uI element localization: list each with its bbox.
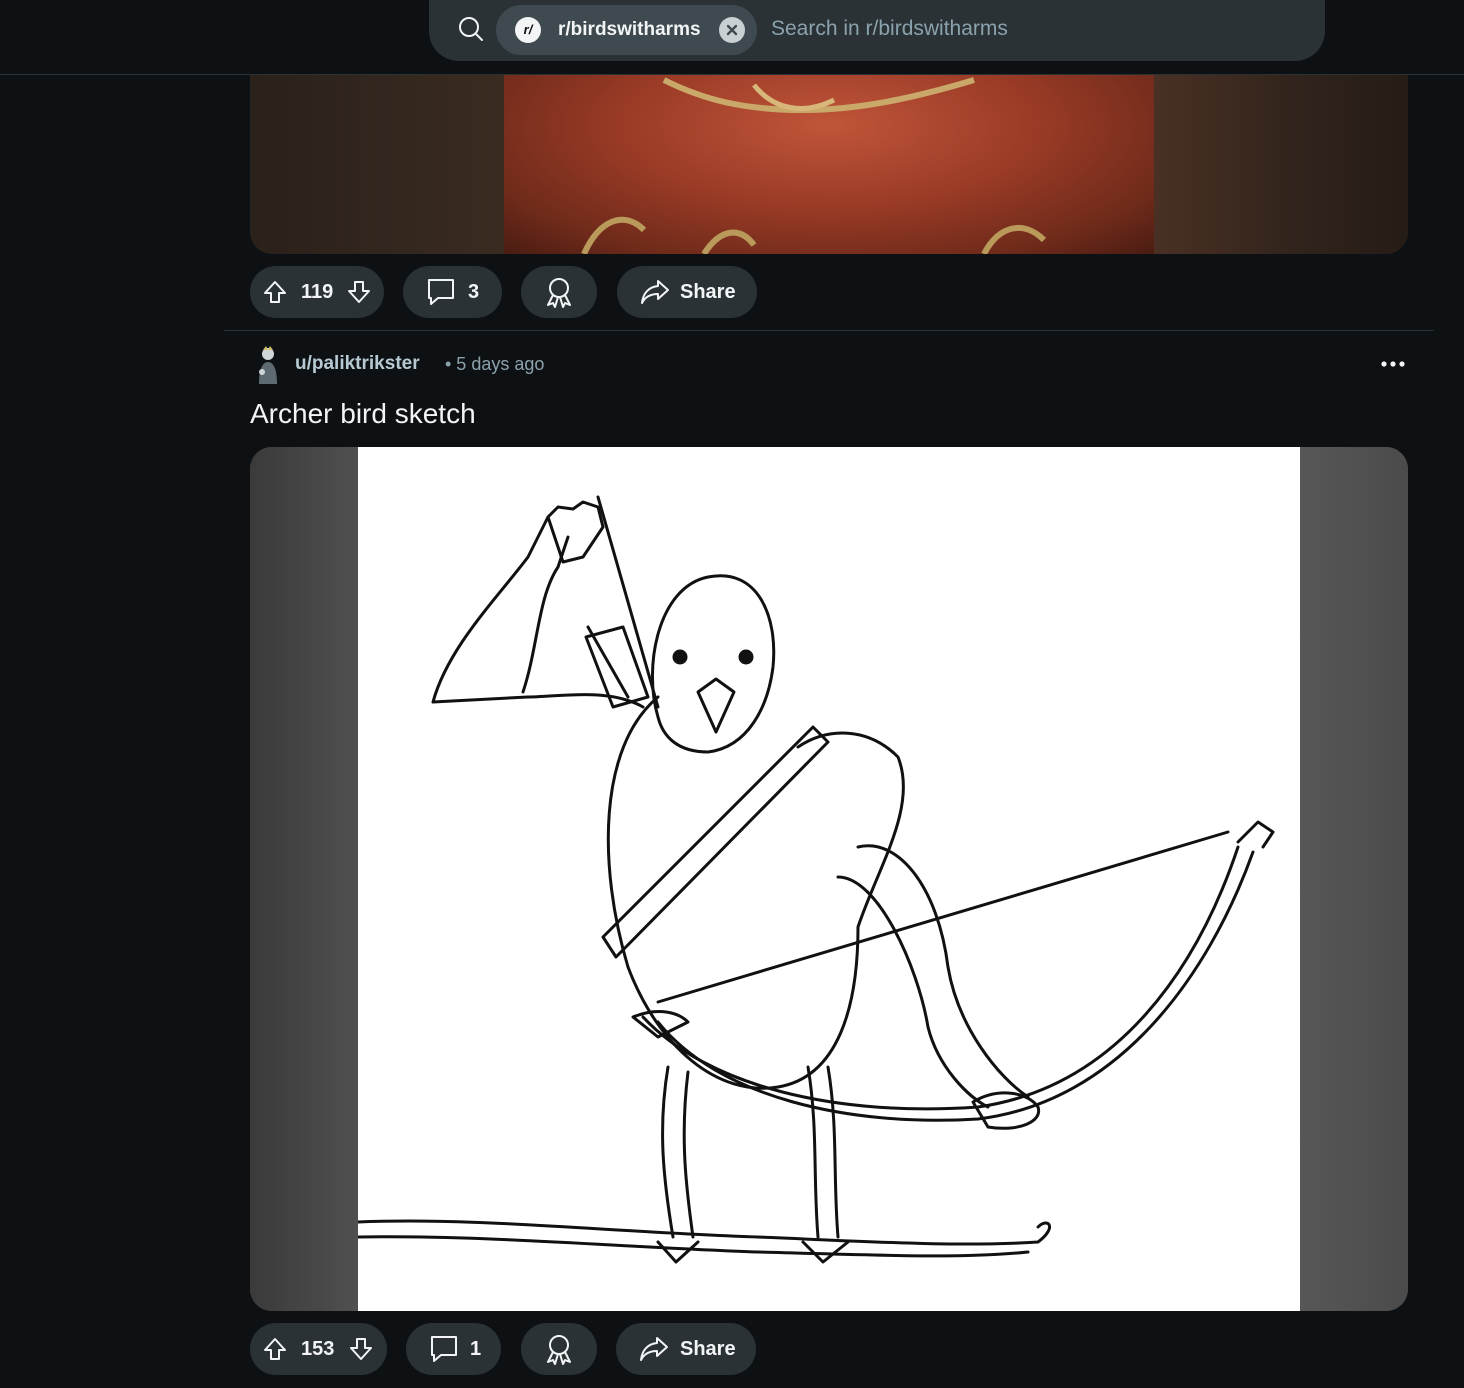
subreddit-filter-chip[interactable]: r/ r/birdswitharms [496, 5, 757, 55]
share-icon [641, 280, 669, 304]
downvote-icon[interactable] [346, 279, 372, 305]
comment-count: 1 [470, 1338, 482, 1360]
share-button[interactable]: Share [616, 1323, 756, 1375]
search-input[interactable] [771, 14, 1291, 44]
share-button[interactable]: Share [617, 266, 757, 318]
post-title[interactable]: Archer bird sketch [250, 398, 476, 430]
previous-post-actions: 119 3 Share [250, 266, 770, 318]
post-media[interactable] [250, 447, 1408, 1311]
post-timestamp: • 5 days ago [445, 354, 545, 374]
share-label: Share [680, 281, 736, 303]
close-icon[interactable] [719, 17, 745, 43]
author-link[interactable]: u/paliktrikster [295, 353, 420, 375]
vote-count: 119 [301, 281, 334, 303]
search-icon[interactable] [456, 14, 486, 44]
subreddit-chip-label: r/birdswitharms [558, 19, 701, 40]
media-backdrop-right [1300, 447, 1408, 1311]
more-icon[interactable] [1378, 352, 1408, 376]
vote-control: 119 [250, 266, 384, 318]
comments-button[interactable]: 3 [403, 266, 502, 318]
media-backdrop-left [250, 447, 358, 1311]
downvote-icon[interactable] [348, 1336, 374, 1362]
award-button[interactable] [521, 266, 597, 318]
comments-button[interactable]: 1 [406, 1323, 501, 1375]
subreddit-icon: r/ [515, 17, 541, 43]
upvote-icon[interactable] [262, 279, 288, 305]
comment-count: 3 [468, 281, 480, 303]
comment-icon [431, 1336, 457, 1362]
award-icon [547, 1335, 571, 1365]
award-button[interactable] [521, 1323, 597, 1375]
comment-icon [428, 279, 454, 305]
avatar[interactable] [254, 344, 282, 384]
award-icon [547, 278, 571, 308]
vote-count: 153 [301, 1338, 335, 1360]
share-label: Share [680, 1338, 736, 1360]
upvote-icon[interactable] [262, 1336, 288, 1362]
post-divider [224, 330, 1434, 331]
share-icon [640, 1337, 668, 1361]
post-header: u/paliktrikster • 5 days ago [250, 342, 1410, 386]
top-bar: r/ r/birdswitharms [0, 0, 1464, 75]
post-image [356, 447, 1300, 1311]
vote-control: 153 [250, 1323, 387, 1375]
post-actions: 153 1 Share [250, 1323, 770, 1375]
